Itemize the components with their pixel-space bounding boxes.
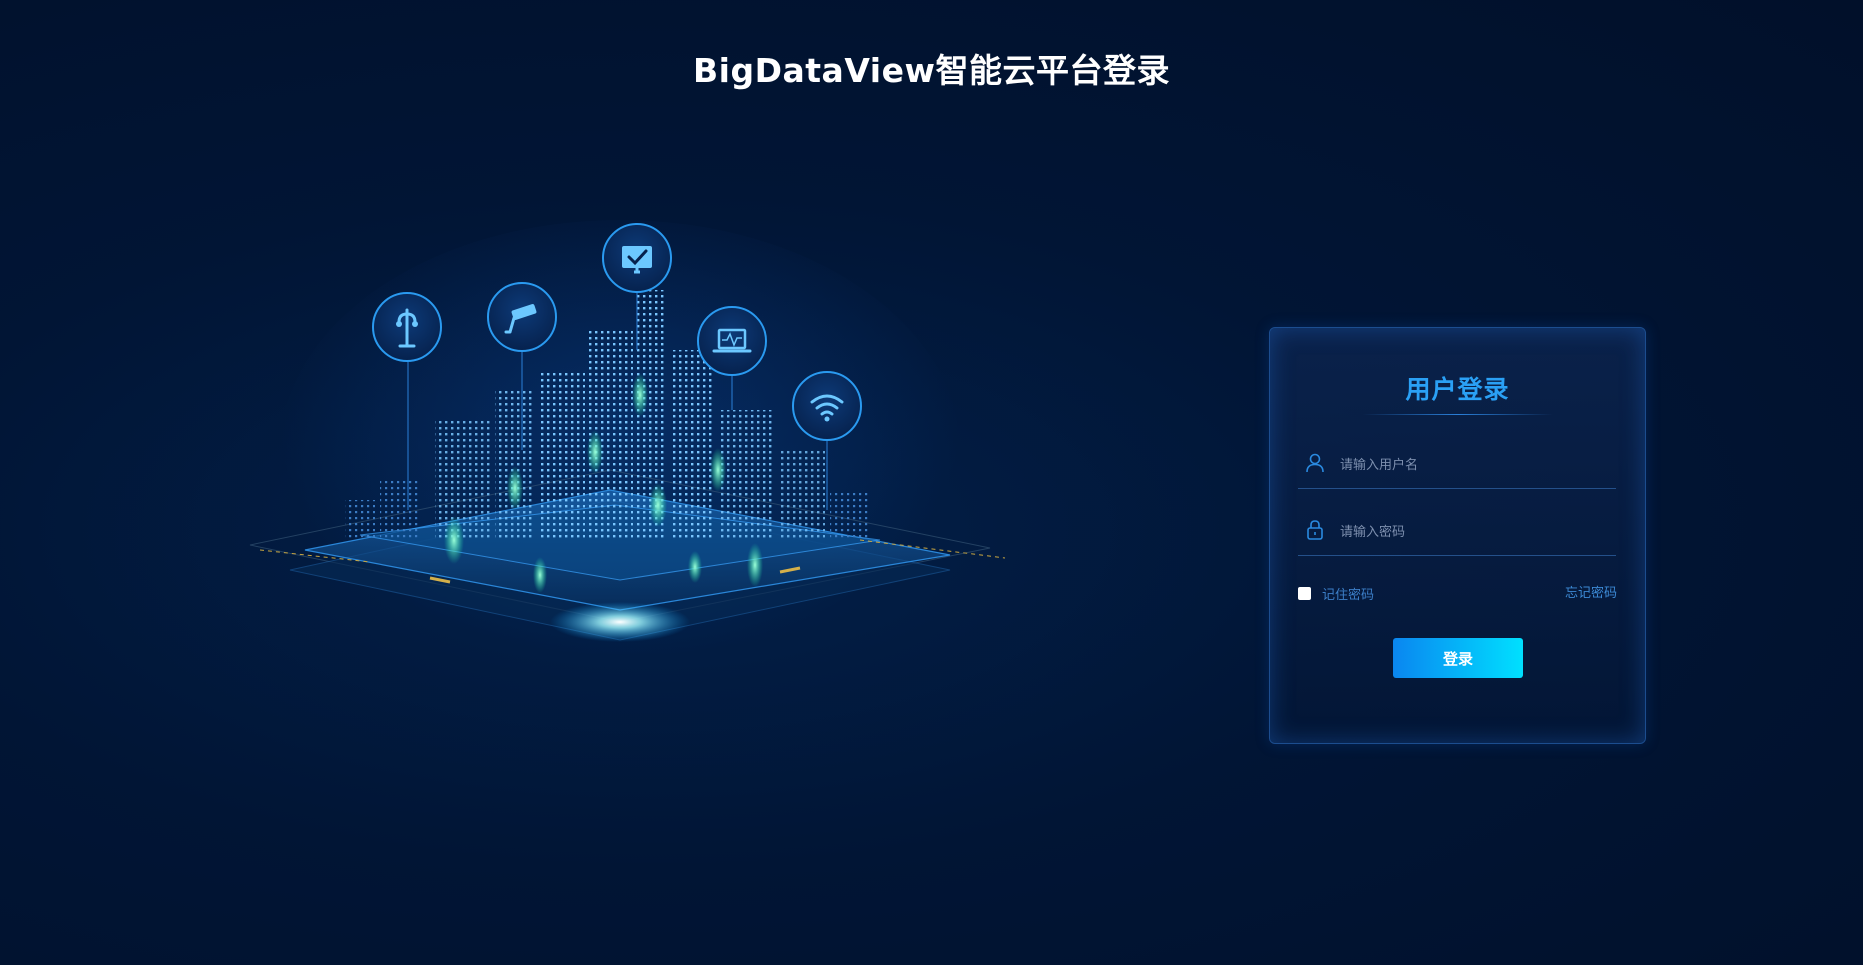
smart-city-illustration xyxy=(249,220,1006,680)
login-card: 用户登录 记住密码 忘记密码 登录 xyxy=(1269,327,1646,744)
password-input[interactable] xyxy=(1338,517,1612,547)
forgot-password-link[interactable]: 忘记密码 xyxy=(1565,582,1617,601)
monitor-check-icon xyxy=(602,223,672,293)
remember-password: 记住密码 xyxy=(1298,584,1374,603)
login-page: BigDataView智能云平台登录 用户登录 请输入用户名 记住密码 忘记密码… xyxy=(0,0,1863,965)
security-camera-icon xyxy=(487,282,557,352)
street-lamp-icon xyxy=(372,292,442,362)
username-input[interactable] xyxy=(1338,450,1612,480)
lock-icon xyxy=(1307,520,1323,540)
title-underline xyxy=(1363,414,1553,415)
remember-checkbox[interactable] xyxy=(1298,587,1311,600)
login-title: 用户登录 xyxy=(1405,375,1510,404)
remember-label[interactable]: 记住密码 xyxy=(1322,584,1374,603)
user-icon xyxy=(1306,453,1324,473)
username-field xyxy=(1298,444,1616,489)
password-field xyxy=(1298,511,1616,556)
login-button[interactable]: 登录 xyxy=(1393,638,1523,678)
wifi-icon xyxy=(792,371,862,441)
page-title: BigDataView智能云平台登录 xyxy=(693,51,1170,90)
laptop-pulse-icon xyxy=(697,306,767,376)
